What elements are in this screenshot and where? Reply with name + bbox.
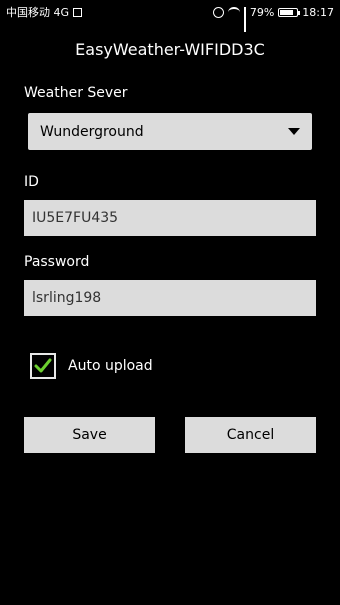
page-title: EasyWeather-WIFIDD3C — [75, 40, 265, 59]
dropdown-arrow-icon — [288, 128, 300, 135]
carrier-text: 中国移动 4G — [6, 6, 70, 19]
weather-server-value: Wunderground — [40, 123, 144, 140]
image-icon — [73, 7, 83, 17]
status-bar: 中国移动 4G 79% 18:17 — [0, 0, 340, 32]
auto-upload-label: Auto upload — [68, 358, 153, 374]
status-right: 79% 18:17 — [212, 5, 334, 32]
checkmark-icon — [34, 358, 52, 373]
password-input[interactable] — [24, 280, 316, 316]
cancel-button[interactable]: Cancel — [185, 417, 316, 453]
wifi-icon — [227, 6, 240, 18]
status-left: 中国移动 4G — [6, 4, 83, 20]
auto-upload-checkbox[interactable] — [30, 353, 56, 379]
weather-server-label: Weather Sever — [24, 85, 128, 101]
clock: 18:17 — [302, 5, 334, 19]
alarm-icon — [212, 6, 224, 18]
password-label: Password — [24, 254, 90, 270]
signal-icon — [243, 7, 246, 32]
battery-percent: 79% — [249, 5, 275, 19]
battery-icon — [278, 7, 301, 17]
save-button[interactable]: Save — [24, 417, 155, 453]
weather-server-dropdown[interactable]: Wunderground — [28, 113, 312, 150]
battery-level — [280, 9, 293, 15]
id-input[interactable] — [24, 200, 316, 236]
id-label: ID — [24, 174, 39, 190]
